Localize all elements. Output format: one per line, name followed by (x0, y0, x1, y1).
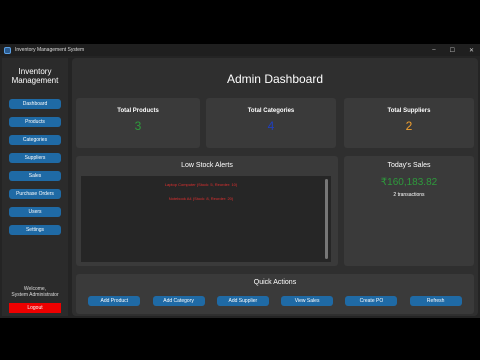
sidebar-nav: Dashboard Products Categories Suppliers … (2, 99, 68, 235)
stat-value: 2 (405, 119, 413, 133)
welcome-user: System Administrator (11, 292, 59, 298)
brand-line-1: Inventory (18, 67, 52, 76)
sales-amount: ₹160,183.82 (380, 177, 438, 188)
logout-button[interactable]: Logout (9, 303, 61, 313)
view-sales-button[interactable]: View Sales (281, 296, 334, 306)
stat-label: Total Categories (247, 108, 295, 114)
app-icon (4, 46, 11, 54)
nav-settings-button[interactable]: Settings (9, 225, 61, 235)
stat-value: 3 (134, 119, 142, 133)
title-bar: Inventory Management System – ☐ ✕ (0, 44, 480, 56)
low-stock-item: Notebook A4 (Stock: 8, Reorder: 20) (168, 196, 234, 201)
window-title: Inventory Management System (15, 47, 85, 53)
minimize-icon[interactable]: – (432, 47, 435, 53)
add-supplier-button[interactable]: Add Supplier (216, 296, 269, 306)
nav-suppliers-button[interactable]: Suppliers (9, 153, 61, 163)
close-icon[interactable]: ✕ (469, 47, 474, 54)
sales-transactions: 2 transactions (393, 192, 425, 198)
stat-card-products: Total Products 3 (76, 98, 200, 148)
refresh-button[interactable]: Refresh (409, 296, 462, 306)
brand-line-2: Management (11, 76, 59, 85)
quick-actions-title: Quick Actions (253, 279, 297, 286)
stat-label: Total Suppliers (387, 108, 431, 114)
main-panel: Admin Dashboard Total Products 3 Total C… (72, 58, 478, 316)
low-stock-item: Laptop Computer (Stock: 5, Reorder: 10) (164, 182, 238, 187)
stat-label: Total Products (117, 108, 159, 114)
add-category-button[interactable]: Add Category (152, 296, 205, 306)
stat-value: 4 (267, 119, 275, 133)
nav-categories-button[interactable]: Categories (9, 135, 61, 145)
sales-title: Today's Sales (387, 162, 431, 169)
add-product-button[interactable]: Add Product (88, 296, 141, 306)
nav-sales-button[interactable]: Sales (9, 171, 61, 181)
sidebar: Inventory Management Dashboard Products … (2, 58, 68, 316)
low-stock-list[interactable]: Laptop Computer (Stock: 5, Reorder: 10) … (81, 176, 331, 262)
todays-sales-panel: Today's Sales ₹160,183.82 2 transactions (344, 156, 474, 266)
quick-actions-panel: Quick Actions Add Product Add Category A… (76, 274, 474, 314)
nav-users-button[interactable]: Users (9, 207, 61, 217)
sidebar-brand: Inventory Management (2, 67, 68, 85)
low-stock-panel: Low Stock Alerts Laptop Computer (Stock:… (76, 156, 338, 266)
create-po-button[interactable]: Create PO (345, 296, 398, 306)
stat-card-suppliers: Total Suppliers 2 (344, 98, 474, 148)
quick-actions-row: Add Product Add Category Add Supplier Vi… (76, 296, 474, 306)
welcome-message: Welcome, System Administrator (2, 286, 68, 298)
low-stock-title: Low Stock Alerts (181, 162, 233, 169)
nav-products-button[interactable]: Products (9, 117, 61, 127)
scrollbar[interactable] (325, 179, 328, 259)
nav-dashboard-button[interactable]: Dashboard (9, 99, 61, 109)
page-title: Admin Dashboard (226, 72, 324, 86)
app-window: Inventory Management Dashboard Products … (0, 56, 480, 318)
stat-card-categories: Total Categories 4 (206, 98, 336, 148)
maximize-icon[interactable]: ☐ (450, 47, 455, 54)
nav-purchase-orders-button[interactable]: Purchase Orders (9, 189, 61, 199)
